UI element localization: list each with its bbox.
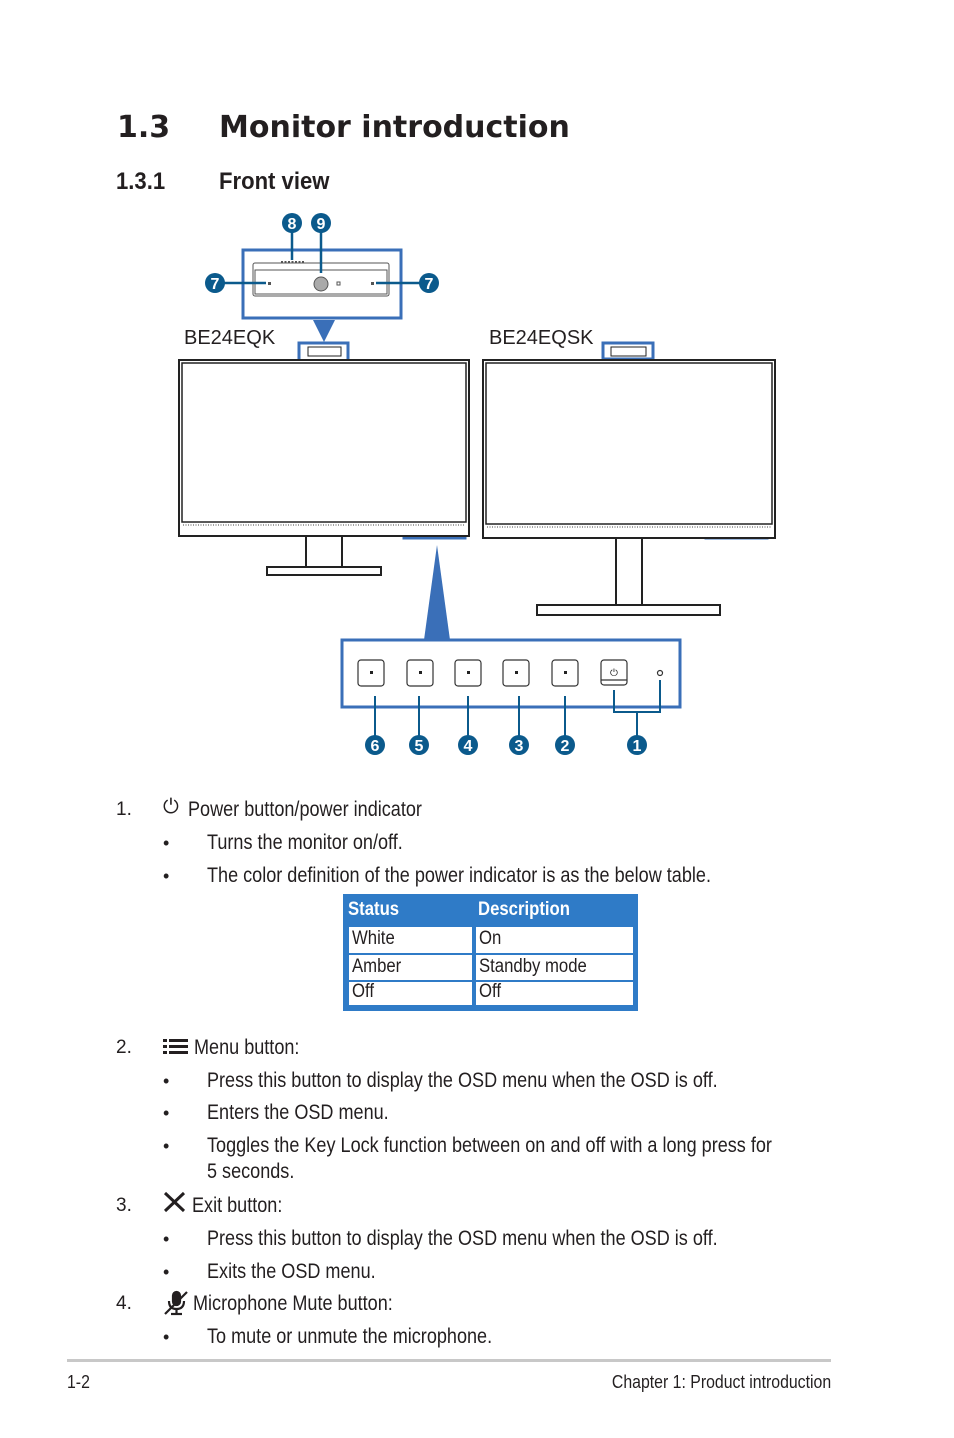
close-icon [163, 1191, 187, 1218]
bullet: • [163, 833, 170, 853]
microphone-mute-icon [163, 1290, 189, 1321]
item-title: Power button/power indicator [188, 798, 422, 821]
power-icon: ⏻ [163, 794, 179, 818]
chapter-title: Chapter 1: Product introduction [611, 1372, 831, 1392]
bullet: • [163, 1229, 170, 1249]
table-cell: Off [476, 982, 633, 1005]
callout-badge-9: 9 [311, 213, 331, 233]
svg-text:6: 6 [371, 738, 380, 755]
svg-text:2: 2 [561, 738, 570, 755]
svg-text:7: 7 [425, 276, 434, 293]
table-cell: Amber [349, 955, 472, 980]
table-cell: Off [349, 982, 472, 1005]
svg-text:3: 3 [515, 738, 524, 755]
camera-lens [313, 276, 329, 292]
item-title: Exit button: [192, 1194, 283, 1217]
table-cell: White [349, 927, 472, 953]
bullet-text-continued: 5 seconds. [207, 1160, 295, 1183]
bullet-text: Turns the monitor on/off. [207, 831, 403, 854]
item-number: 1. [116, 799, 132, 820]
bullet-text: The color definition of the power indica… [207, 864, 711, 887]
svg-text:5: 5 [415, 738, 424, 755]
model-label-left: BE24EQK [184, 327, 276, 349]
bullet: • [163, 1103, 170, 1123]
table-cell: On [476, 927, 633, 953]
bullet-text: Exits the OSD menu. [207, 1260, 376, 1283]
item-title: Microphone Mute button: [193, 1292, 393, 1315]
power-indicator [656, 669, 664, 677]
bullet-text: Press this button to display the OSD men… [207, 1227, 718, 1250]
svg-text:9: 9 [317, 216, 326, 233]
callout-badge-4: 4 [458, 735, 478, 755]
callout-badge-6: 6 [365, 735, 385, 755]
model-label-right: BE24EQSK [489, 327, 594, 349]
bullet: • [163, 866, 170, 886]
callout-pointer [424, 545, 450, 640]
table-cell: Standby mode [476, 955, 633, 980]
bullet-text: Enters the OSD menu. [207, 1101, 389, 1124]
bullet-text: Toggles the Key Lock function between on… [207, 1134, 772, 1157]
item-number: 3. [116, 1195, 132, 1216]
footer-divider [67, 1359, 831, 1362]
item-title: Menu button: [194, 1036, 300, 1059]
front-view-diagram: ⏻ 8 9 7 7 6 5 4 3 2 1 BE24EQK BE24EQSK [178, 213, 776, 755]
svg-text:1: 1 [633, 738, 642, 755]
bullet: • [163, 1071, 170, 1091]
callout-badge-1: 1 [627, 735, 647, 755]
callout-badge-7: 7 [419, 273, 439, 293]
table-header-description: Description [478, 899, 570, 920]
svg-text:4: 4 [464, 738, 473, 755]
power-indicator-table: Status Description White On Amber Standb… [343, 894, 638, 1011]
callout-badge-2: 2 [555, 735, 575, 755]
item-number: 4. [116, 1293, 132, 1314]
callout-pointer [313, 320, 335, 342]
bullet: • [163, 1136, 170, 1156]
callout-badge-7: 7 [205, 273, 225, 293]
bullet: • [163, 1262, 170, 1282]
svg-text:8: 8 [288, 216, 297, 233]
bullet: • [163, 1327, 170, 1347]
callout-badge-3: 3 [509, 735, 529, 755]
callout-badge-5: 5 [409, 735, 429, 755]
svg-text:⏻: ⏻ [610, 668, 618, 679]
item-number: 2. [116, 1037, 132, 1058]
menu-icon [163, 1038, 189, 1063]
bullet-text: Press this button to display the OSD men… [207, 1069, 718, 1092]
svg-text:7: 7 [211, 276, 220, 293]
table-header-status: Status [348, 899, 400, 920]
callout-badge-8: 8 [282, 213, 302, 233]
page-number: 1-2 [67, 1372, 90, 1392]
bullet-text: To mute or unmute the microphone. [207, 1325, 493, 1348]
